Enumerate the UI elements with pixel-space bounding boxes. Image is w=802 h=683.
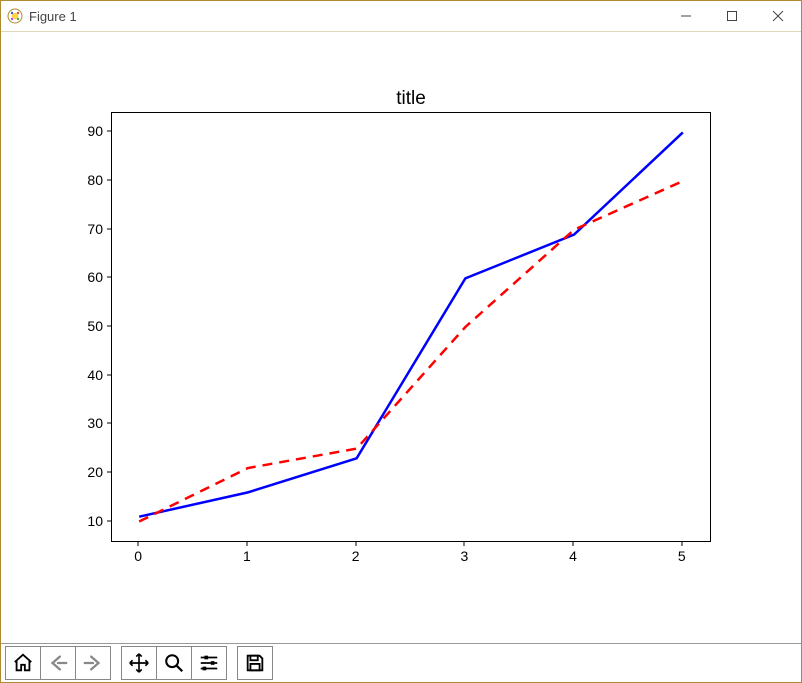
zoom-icon [163, 652, 185, 674]
x-tick-label: 5 [678, 548, 686, 564]
x-tick-label: 1 [243, 548, 251, 564]
forward-button[interactable] [75, 646, 111, 680]
titlebar: Figure 1 [1, 1, 801, 32]
series-line [139, 132, 683, 516]
y-tick-mark [107, 471, 111, 472]
close-icon [773, 11, 783, 21]
save-button[interactable] [237, 646, 273, 680]
y-tick-mark [107, 277, 111, 278]
back-icon [47, 652, 69, 674]
x-tick-label: 0 [134, 548, 142, 564]
y-tick-label: 60 [63, 269, 103, 285]
y-tick-mark [107, 228, 111, 229]
x-tick-label: 3 [460, 548, 468, 564]
plot-area [111, 112, 711, 542]
plot-svg [112, 113, 710, 541]
minimize-button[interactable] [663, 1, 709, 31]
figure-window: Figure 1 title 10 20 30 40 50 60 70 80 90 0 1 2 3 4 5 [0, 0, 802, 683]
home-button[interactable] [5, 646, 41, 680]
y-tick-label: 30 [63, 415, 103, 431]
nav-toolbar [1, 643, 801, 682]
y-tick-mark [107, 326, 111, 327]
close-button[interactable] [755, 1, 801, 31]
pan-button[interactable] [121, 646, 157, 680]
window-title: Figure 1 [29, 9, 77, 24]
y-tick-label: 80 [63, 172, 103, 188]
app-icon [7, 8, 23, 24]
x-tick-mark [464, 542, 465, 546]
y-tick-mark [107, 423, 111, 424]
save-icon [244, 652, 266, 674]
x-tick-label: 2 [352, 548, 360, 564]
window-controls [663, 1, 801, 31]
pan-icon [128, 652, 150, 674]
y-tick-mark [107, 374, 111, 375]
x-tick-label: 4 [569, 548, 577, 564]
chart-title: title [111, 88, 711, 110]
x-tick-mark [355, 542, 356, 546]
maximize-button[interactable] [709, 1, 755, 31]
y-tick-label: 20 [63, 464, 103, 480]
x-tick-mark [573, 542, 574, 546]
chart-canvas[interactable]: title 10 20 30 40 50 60 70 80 90 0 1 2 3 4 5 [1, 32, 801, 643]
back-button[interactable] [40, 646, 76, 680]
minimize-icon [681, 11, 691, 21]
y-tick-label: 40 [63, 367, 103, 383]
y-tick-mark [107, 131, 111, 132]
y-tick-label: 50 [63, 318, 103, 334]
configure-button[interactable] [191, 646, 227, 680]
x-tick-mark [246, 542, 247, 546]
x-tick-mark [681, 542, 682, 546]
y-tick-mark [107, 520, 111, 521]
home-icon [12, 652, 34, 674]
y-tick-label: 90 [63, 123, 103, 139]
x-tick-mark [138, 542, 139, 546]
y-tick-mark [107, 180, 111, 181]
maximize-icon [727, 11, 737, 21]
y-tick-label: 70 [63, 221, 103, 237]
series-line [139, 181, 683, 521]
titlebar-left: Figure 1 [1, 8, 77, 24]
config-icon [198, 652, 220, 674]
zoom-button[interactable] [156, 646, 192, 680]
forward-icon [82, 652, 104, 674]
y-tick-label: 10 [63, 513, 103, 529]
